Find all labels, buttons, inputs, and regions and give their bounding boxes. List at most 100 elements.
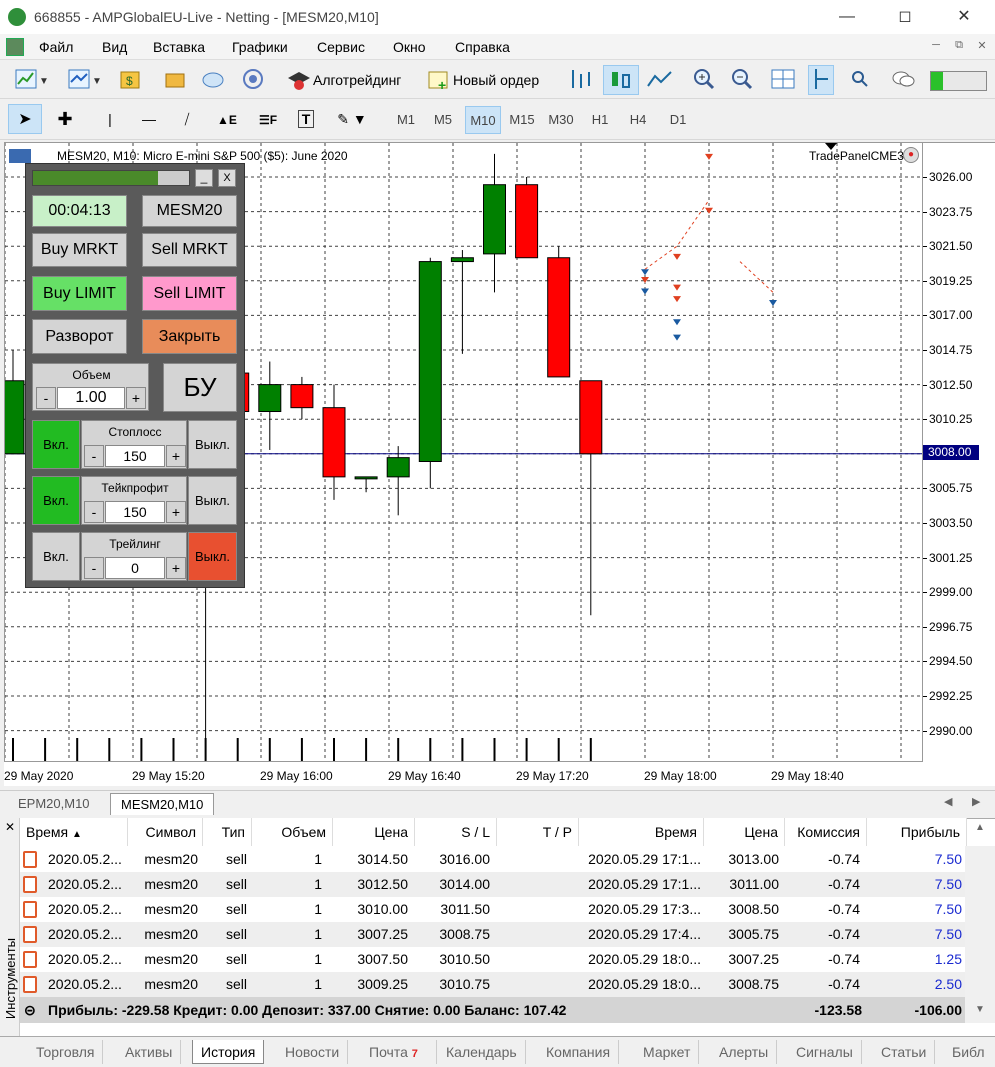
trailing-input[interactable]: 0: [105, 557, 165, 579]
takeprofit-input[interactable]: 150: [105, 501, 165, 523]
stoploss-minus-button[interactable]: -: [84, 445, 104, 467]
table-row[interactable]: 2020.05.2... mesm20 sell 1 3007.50 3010.50 202…: [20, 947, 965, 972]
scroll-right-icon[interactable]: ▶: [972, 795, 980, 808]
takeprofit-on-button[interactable]: Вкл.: [32, 476, 80, 525]
volume-input[interactable]: 1.00: [57, 387, 125, 409]
close-all-button[interactable]: Закрыть: [142, 319, 237, 354]
volume-plus-button[interactable]: +: [126, 387, 146, 409]
buy-market-button[interactable]: Buy MRKT: [32, 233, 127, 267]
stoploss-on-button[interactable]: Вкл.: [32, 420, 80, 469]
breakeven-button[interactable]: БУ: [163, 363, 237, 412]
col-header-type[interactable]: Тип: [203, 818, 252, 846]
tab-calendar[interactable]: Календарь: [438, 1040, 526, 1064]
shapes-button[interactable]: ✎ ▼: [330, 104, 374, 134]
chart-shift-button[interactable]: [808, 65, 834, 95]
signals-button[interactable]: [238, 65, 268, 95]
table-row[interactable]: 2020.05.2... mesm20 sell 1 3007.25 3008.75 202…: [20, 922, 965, 947]
trailing-on-button[interactable]: Вкл.: [32, 532, 80, 581]
col-header-sl[interactable]: S / L: [415, 818, 497, 846]
table-row[interactable]: 2020.05.2... mesm20 sell 1 3010.00 3011.50 202…: [20, 897, 965, 922]
scroll-left-icon[interactable]: ◀: [944, 795, 952, 808]
tab-mail[interactable]: Почта 7: [361, 1040, 437, 1064]
tab-assets[interactable]: Активы: [117, 1040, 182, 1064]
maximize-icon[interactable]: ◻: [882, 5, 928, 29]
vertical-line-button[interactable]: |: [96, 104, 124, 134]
profiles-button[interactable]: ▼: [63, 65, 109, 95]
terminal-close-icon[interactable]: ✕: [5, 820, 15, 834]
ea-status-icon[interactable]: ●: [903, 147, 919, 163]
collapse-icon[interactable]: ⊝: [24, 997, 36, 1023]
menu-file[interactable]: Файл: [39, 39, 73, 55]
menu-window[interactable]: Окно: [393, 39, 426, 55]
table-row[interactable]: 2020.05.2... mesm20 sell 1 3012.50 3014.00 202…: [20, 872, 965, 897]
tab-news[interactable]: Новости: [277, 1040, 349, 1064]
elliott-button[interactable]: ▲E: [212, 104, 242, 134]
scroll-down-icon[interactable]: ▼: [975, 1004, 985, 1015]
fibonacci-button[interactable]: ☰F: [253, 104, 283, 134]
line-chart-button[interactable]: [643, 65, 677, 95]
menu-tools[interactable]: Сервис: [317, 39, 365, 55]
col-header-time[interactable]: Время ▲: [20, 818, 128, 846]
minimize-icon[interactable]: —: [824, 5, 870, 29]
crosshair-button[interactable]: ✚: [50, 104, 80, 134]
table-row[interactable]: 2020.05.2... mesm20 sell 1 3014.50 3016.00 202…: [20, 847, 965, 872]
volume-minus-button[interactable]: -: [36, 387, 56, 409]
col-header-symbol[interactable]: Символ: [128, 818, 203, 846]
stoploss-plus-button[interactable]: +: [166, 445, 186, 467]
takeprofit-minus-button[interactable]: -: [84, 501, 104, 523]
chat-button[interactable]: [887, 65, 919, 95]
buy-limit-button[interactable]: Buy LIMIT: [32, 276, 127, 311]
timeframe-m5[interactable]: M5: [425, 106, 461, 134]
chart-tab-mesm20[interactable]: MESM20,M10: [110, 793, 215, 815]
timeframe-m30[interactable]: M30: [543, 106, 579, 134]
tab-articles[interactable]: Статьи: [873, 1040, 936, 1064]
new-order-button[interactable]: + Новый ордер: [422, 65, 554, 95]
navigator-button[interactable]: [198, 65, 228, 95]
tab-alerts[interactable]: Алерты: [711, 1040, 778, 1064]
trailing-plus-button[interactable]: +: [166, 557, 186, 579]
timeframe-h1[interactable]: H1: [582, 106, 618, 134]
col-header-commission[interactable]: Комиссия: [785, 818, 867, 846]
timeframe-d1[interactable]: D1: [660, 106, 696, 134]
chart-window-icon[interactable]: [6, 38, 24, 56]
takeprofit-off-button[interactable]: Выкл.: [188, 476, 237, 525]
timeframe-m15[interactable]: M15: [504, 106, 540, 134]
col-header-volume[interactable]: Объем: [252, 818, 333, 846]
tab-market[interactable]: Маркет: [635, 1040, 700, 1064]
col-header-profit[interactable]: Прибыль: [867, 818, 967, 846]
mdi-restore-icon[interactable]: ⧉: [949, 39, 969, 55]
reverse-button[interactable]: Разворот: [32, 319, 127, 354]
tab-library[interactable]: Библ: [944, 1040, 993, 1064]
tile-windows-button[interactable]: [766, 65, 800, 95]
tab-history[interactable]: История: [192, 1040, 265, 1064]
sell-market-button[interactable]: Sell MRKT: [142, 233, 237, 267]
trailing-minus-button[interactable]: -: [84, 557, 104, 579]
tab-trade[interactable]: Торговля: [28, 1040, 104, 1064]
menu-view[interactable]: Вид: [102, 39, 127, 55]
col-header-tp[interactable]: T / P: [497, 818, 579, 846]
chart-tab-epm20[interactable]: EPM20,M10: [8, 793, 100, 815]
panel-close-button[interactable]: X: [218, 169, 236, 187]
stoploss-input[interactable]: 150: [105, 445, 165, 467]
timeframe-m1[interactable]: M1: [388, 106, 424, 134]
zoom-in-button[interactable]: [688, 65, 720, 95]
scroll-up-icon[interactable]: ▲: [975, 822, 985, 833]
horizontal-line-button[interactable]: —: [134, 104, 164, 134]
search-button[interactable]: [846, 65, 872, 95]
col-header-close-price[interactable]: Цена: [704, 818, 785, 846]
data-window-button[interactable]: [160, 65, 190, 95]
zoom-out-button[interactable]: [726, 65, 758, 95]
close-icon[interactable]: ✕: [941, 5, 987, 29]
sell-limit-button[interactable]: Sell LIMIT: [142, 276, 237, 311]
bar-chart-button[interactable]: [565, 65, 599, 95]
new-chart-button[interactable]: ▼: [10, 65, 56, 95]
text-button[interactable]: T: [292, 104, 320, 134]
mdi-minimize-icon[interactable]: ─: [926, 39, 946, 55]
timeframe-h4[interactable]: H4: [620, 106, 656, 134]
menu-charts[interactable]: Графики: [232, 39, 288, 55]
tab-company[interactable]: Компания: [538, 1040, 620, 1064]
trailing-off-button[interactable]: Выкл.: [188, 532, 237, 581]
cursor-button[interactable]: ➤: [8, 104, 42, 134]
market-watch-button[interactable]: $: [115, 65, 145, 95]
panel-minimize-button[interactable]: _: [195, 169, 213, 187]
